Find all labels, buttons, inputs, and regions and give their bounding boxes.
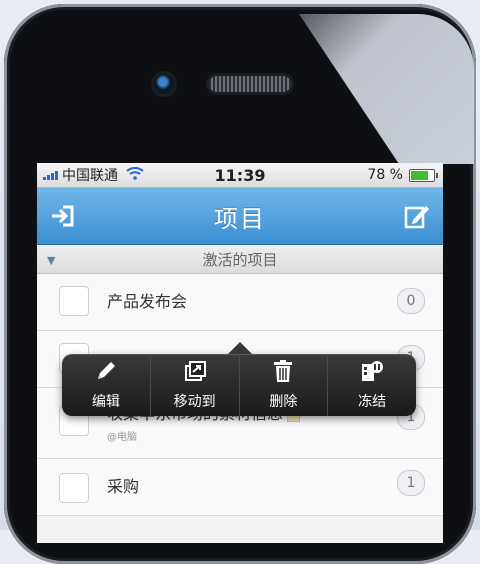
edit-icon[interactable] — [403, 202, 431, 230]
section-header[interactable]: ▼ 激活的项目 — [37, 245, 443, 274]
item-count-badge: 0 — [397, 288, 425, 314]
battery-percent: 78 % — [367, 167, 403, 183]
freeze-icon — [359, 359, 385, 387]
action-label: 编辑 — [91, 394, 120, 410]
task-checkbox[interactable] — [59, 473, 89, 503]
status-bar: 中国联通 11:39 78 % — [37, 163, 443, 188]
action-label: 移动到 — [173, 394, 216, 410]
collapse-triangle-icon: ▼ — [47, 254, 56, 267]
list-item[interactable]: 产品发布会 0 — [37, 274, 443, 331]
battery-icon — [409, 169, 438, 182]
task-checkbox[interactable] — [59, 286, 89, 316]
delete-action-button[interactable]: 删除 — [238, 354, 328, 416]
navigation-bar: 项目 — [37, 188, 443, 245]
action-label: 删除 — [269, 394, 298, 410]
edit-action-button[interactable]: 编辑 — [62, 354, 150, 416]
item-context: @电脑 — [107, 432, 137, 443]
section-title: 激活的项目 — [202, 250, 278, 269]
trash-icon — [270, 359, 296, 387]
action-label: 冻结 — [358, 394, 387, 410]
action-popup-menu: 编辑 移动到 删除 冻结 — [62, 342, 416, 416]
battery-fill — [411, 171, 428, 180]
logout-icon[interactable] — [49, 202, 77, 230]
page-title: 项目 — [214, 204, 266, 233]
move-to-action-button[interactable]: 移动到 — [149, 354, 239, 416]
list-item[interactable]: 采购 1 — [37, 459, 443, 516]
freeze-action-button[interactable]: 冻结 — [327, 354, 416, 416]
item-count-badge: 1 — [397, 470, 425, 496]
pencil-icon — [93, 359, 119, 387]
earpiece-speaker — [209, 76, 291, 92]
item-title: 产品发布会 — [107, 292, 188, 311]
front-camera — [154, 74, 174, 94]
item-title: 采购 — [107, 477, 140, 496]
move-icon — [182, 359, 208, 387]
